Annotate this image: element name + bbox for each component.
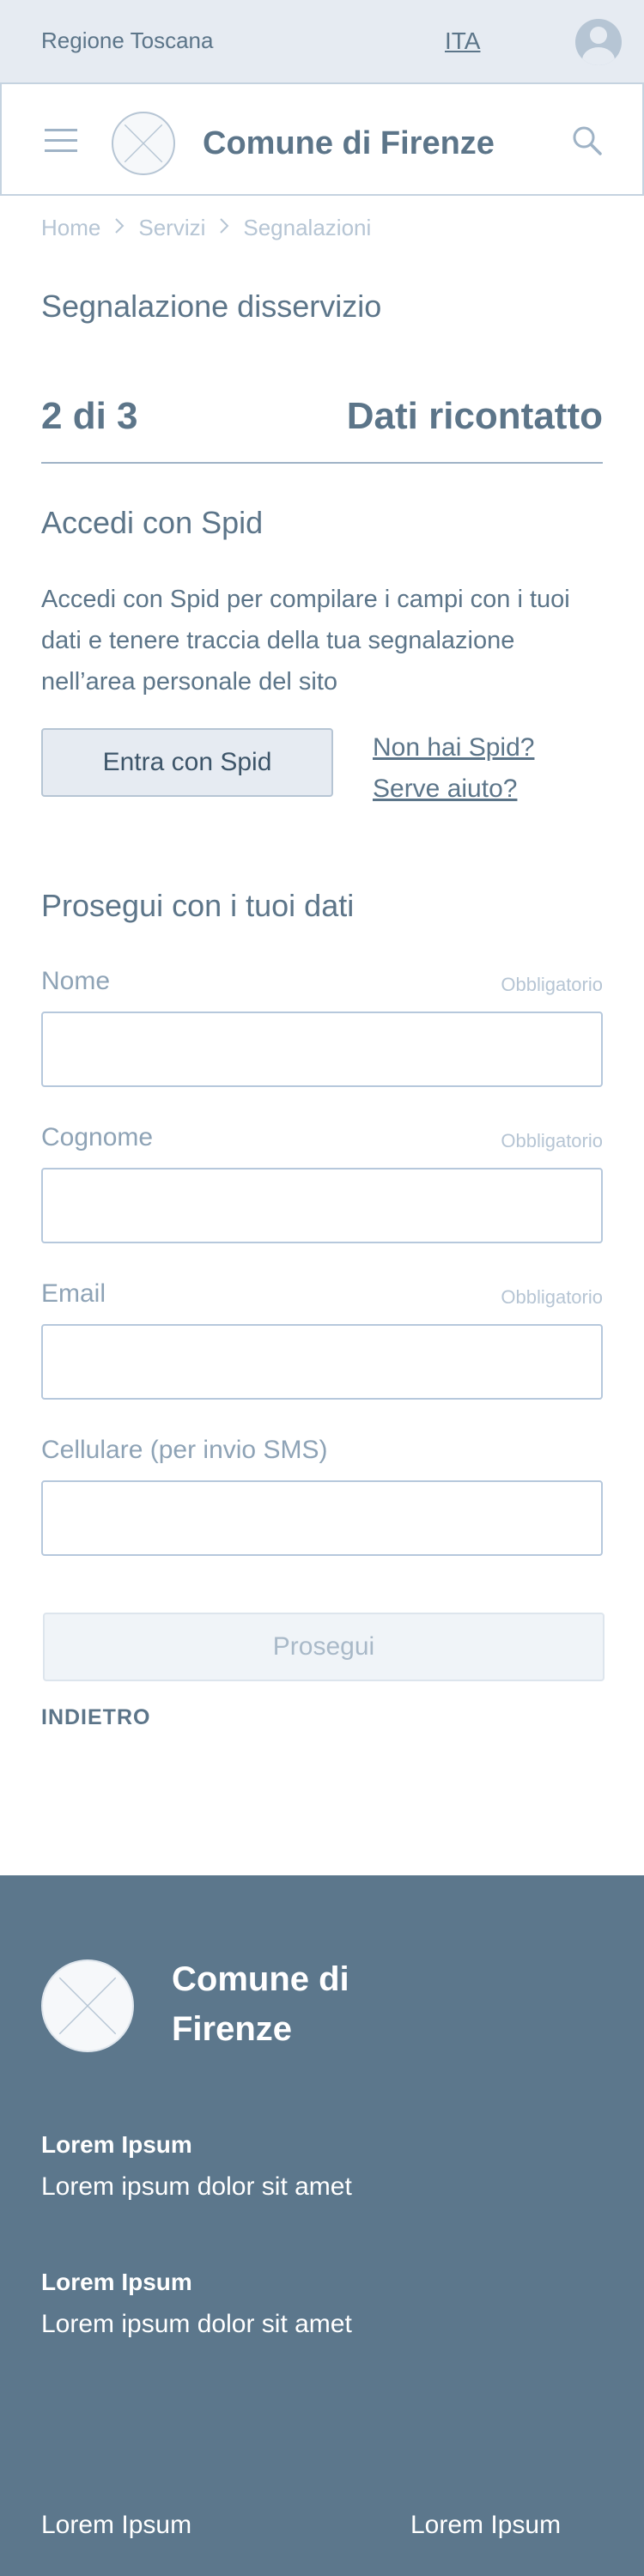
language-selector[interactable]: ITA [445,27,480,55]
first-name-label: Nome [41,967,111,995]
footer-block-text[interactable]: Lorem ipsum dolor sit amet [41,2310,352,2339]
site-title[interactable]: Comune di Firenze [203,125,495,162]
no-spid-link[interactable]: Non hai Spid? [373,733,534,762]
footer-block-title: Lorem Ipsum [41,2269,192,2295]
step-indicator: 2 di 3 Dati ricontatto [41,395,603,464]
required-badge: Obbligatorio [501,974,603,995]
site-logo[interactable] [112,112,175,175]
user-avatar-icon[interactable] [575,19,622,65]
placeholder-logo-icon [58,1977,117,2035]
chevron-right-icon [114,216,125,240]
search-icon[interactable] [570,124,605,158]
form-section-title: Prosegui con i tuoi dati [41,888,355,923]
spid-section-title: Accedi con Spid [41,505,264,540]
footer-logo[interactable] [41,1959,134,2052]
spid-description: Accedi con Spid per compilare i campi co… [41,586,570,696]
last-name-field[interactable] [41,1168,603,1243]
continue-button[interactable]: Prosegui [43,1613,605,1681]
breadcrumb-item-home[interactable]: Home [41,215,100,241]
back-link[interactable]: INDIETRO [41,1705,150,1730]
placeholder-logo-icon [124,124,163,163]
region-link[interactable]: Regione Toscana [41,27,213,54]
step-label: Dati ricontatto [346,395,603,437]
required-badge: Obbligatorio [501,1286,603,1308]
page-title: Segnalazione disservizio [41,289,382,324]
spid-login-button[interactable]: Entra con Spid [41,728,333,797]
email-field[interactable] [41,1324,603,1400]
breadcrumb-item-segnalazioni[interactable]: Segnalazioni [243,215,371,241]
last-name-label: Cognome [41,1123,154,1151]
hamburger-menu-icon[interactable] [45,129,77,153]
step-counter: 2 di 3 [41,395,138,437]
chevron-right-icon [219,216,229,240]
breadcrumb: Home Servizi Segnalazioni [41,215,371,241]
required-badge: Obbligatorio [501,1130,603,1151]
footer-block-text[interactable]: Lorem ipsum dolor sit amet [41,2172,352,2202]
footer-bottom-link[interactable]: Lorem Ipsum [410,2511,561,2540]
footer-block-title: Lorem Ipsum [41,2131,192,2158]
breadcrumb-item-servizi[interactable]: Servizi [138,215,205,241]
footer-site-title: Comune di Firenze [172,1960,349,2048]
mobile-label: Cellulare (per invio SMS) [41,1436,328,1464]
first-name-field[interactable] [41,1012,603,1087]
email-label: Email [41,1279,106,1308]
mobile-field[interactable] [41,1480,603,1556]
help-link[interactable]: Serve aiuto? [373,775,517,804]
footer-bottom-link[interactable]: Lorem Ipsum [41,2511,191,2540]
